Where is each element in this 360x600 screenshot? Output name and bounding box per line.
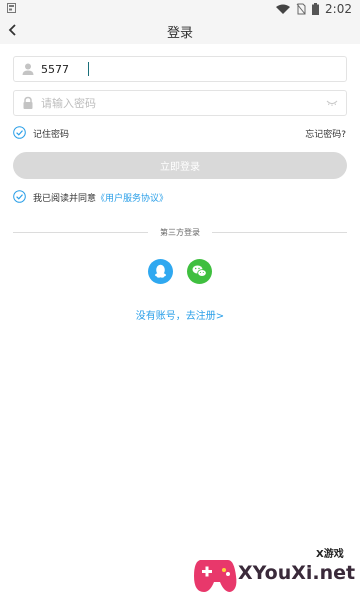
password-field[interactable]	[13, 90, 347, 116]
wechat-login-button[interactable]	[187, 259, 212, 284]
account-field[interactable]	[13, 56, 347, 82]
text-cursor	[88, 62, 89, 76]
status-time: 2:02	[325, 2, 352, 16]
watermark-big-text: XYouXi.net	[238, 562, 356, 584]
no-sim-icon	[296, 3, 306, 15]
battery-icon	[312, 3, 320, 15]
notification-icon	[7, 3, 16, 16]
user-icon	[22, 63, 34, 75]
qq-icon	[148, 259, 173, 284]
password-input[interactable]	[41, 93, 321, 113]
login-screen: 2:02 登录 记住密码 忘记密	[0, 0, 360, 600]
gamepad-logo-icon	[194, 560, 237, 592]
account-input[interactable]	[41, 59, 321, 79]
login-button[interactable]: 立即登录	[13, 152, 347, 179]
agree-check-icon[interactable]	[13, 190, 26, 203]
remember-label[interactable]: 记住密码	[33, 127, 69, 140]
agreement-prefix: 我已阅读并同意	[33, 194, 97, 204]
lock-icon	[23, 96, 33, 109]
hidden-eye-icon[interactable]	[326, 98, 338, 108]
wifi-icon	[276, 4, 291, 14]
status-icons: 2:02	[276, 2, 352, 16]
watermark-small-text: X游戏	[316, 549, 344, 560]
divider-right	[212, 232, 347, 233]
qq-login-button[interactable]	[148, 259, 173, 284]
site-watermark: X游戏 XYouXi.net	[188, 542, 360, 600]
page-title: 登录	[166, 26, 193, 41]
remember-check-icon[interactable]	[13, 126, 26, 139]
forgot-password-link[interactable]: 忘记密码?	[305, 127, 346, 140]
register-link[interactable]: 没有账号，去注册>	[0, 307, 360, 322]
agreement-text: 我已阅读并同意《用户服务协议》	[33, 191, 168, 204]
user-agreement-link[interactable]: 《用户服务协议》	[96, 194, 168, 204]
status-bar: 2:02	[0, 0, 360, 18]
header-bar: 登录	[0, 18, 360, 44]
wechat-icon	[187, 259, 212, 284]
